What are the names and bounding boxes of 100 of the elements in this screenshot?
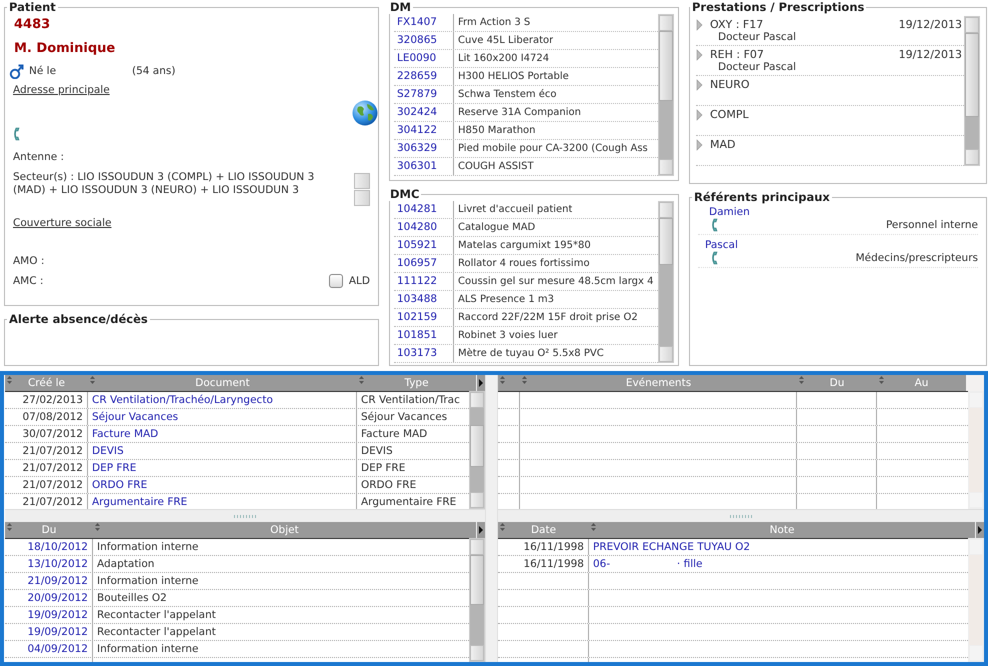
scroll-down-button[interactable]: [470, 645, 484, 661]
referent-name[interactable]: Pascal: [698, 239, 978, 251]
item-code: 306301: [394, 158, 454, 175]
table-cell: ORDO FRE: [88, 477, 357, 493]
scrollbar[interactable]: [469, 538, 485, 662]
table-cell-text: Facture MAD: [360, 427, 428, 442]
scroll-thumb[interactable]: [659, 218, 673, 266]
scroll-up-button[interactable]: [659, 202, 673, 218]
table-cell: 21/09/2012: [5, 573, 93, 589]
item-code: 111122: [394, 273, 454, 290]
column-header[interactable]: Date: [530, 524, 556, 536]
phone-icon: [13, 127, 21, 141]
column-header[interactable]: Du: [830, 377, 844, 389]
prestation-title[interactable]: OXY : F17: [710, 18, 899, 31]
item-label: Catalogue MAD: [457, 221, 536, 235]
table-cell-text: CR Ventilation/Trac: [360, 393, 461, 408]
scroll-thumb[interactable]: [470, 424, 484, 467]
item-code: 104281: [394, 201, 454, 218]
expand-arrow-icon: [696, 78, 703, 90]
splitter[interactable]: [5, 509, 485, 522]
ald-checkbox[interactable]: [328, 274, 343, 288]
scrollbar[interactable]: [658, 14, 674, 176]
column-header[interactable]: Du: [42, 524, 56, 536]
prestation-title[interactable]: NEURO: [710, 78, 964, 91]
item-label: H850 Marathon: [457, 124, 536, 138]
scroll-thumb[interactable]: [965, 33, 979, 117]
scrollbar[interactable]: [354, 173, 370, 209]
item-code: 101851: [394, 327, 454, 344]
item-code: 103488: [394, 291, 454, 308]
sort-icon: [90, 376, 95, 384]
item-label: Matelas cargumixt 195*80: [457, 239, 591, 253]
scroll-down-button[interactable]: [354, 190, 370, 206]
scroll-down-button[interactable]: [659, 159, 673, 175]
address-link[interactable]: Adresse principale: [13, 84, 110, 96]
table-cell-text: DEP FRE: [360, 461, 406, 476]
table-cell: 27/02/2013: [5, 392, 88, 408]
item-code: 103173: [394, 345, 454, 362]
table-cell: 16/11/1998: [498, 539, 589, 555]
scroll-down-button[interactable]: [470, 492, 484, 508]
table-cell-text: Recontacter l'appelant: [96, 608, 217, 623]
table-cell-text: Bouteilles O2: [96, 591, 168, 606]
item-code: FX1407: [394, 14, 454, 31]
item-code: 228659: [394, 68, 454, 85]
birth-label: Né le: [29, 65, 58, 77]
column-header[interactable]: Document: [195, 377, 250, 389]
expand-arrow-icon: [696, 138, 703, 150]
referent-role: Médecins/prescripteurs: [856, 252, 978, 264]
splitter[interactable]: [485, 375, 498, 662]
scroll-thumb[interactable]: [470, 555, 484, 604]
column-header[interactable]: Objet: [270, 524, 299, 536]
column-header[interactable]: Evénements: [626, 377, 692, 389]
item-code: LE0090: [394, 50, 454, 67]
patient-id: 4483: [14, 17, 52, 32]
scrollbar[interactable]: [658, 201, 674, 363]
item-label: Robinet 3 voies luer: [457, 329, 558, 343]
section-title: Prestations / Prescriptions: [691, 0, 866, 14]
item-label: COUGH ASSIST: [457, 160, 534, 174]
scroll-down-button[interactable]: [965, 149, 979, 165]
scroll-up-button[interactable]: [965, 17, 979, 33]
item-label: Frm Action 3 S: [457, 16, 530, 30]
table-cell-text: Information interne: [96, 574, 200, 589]
scroll-up-button[interactable]: [470, 539, 484, 555]
item-code: 105921: [394, 237, 454, 254]
scrollbar[interactable]: [964, 16, 980, 166]
scroll-thumb[interactable]: [659, 31, 673, 102]
scroll-up-button[interactable]: [354, 173, 370, 189]
item-label: Cuve 45L Liberator: [457, 34, 554, 48]
prestation-title[interactable]: COMPL: [710, 108, 964, 121]
expand-arrow-icon: [696, 108, 703, 120]
table-cell: DEVIS: [88, 443, 357, 459]
sort-icon: [359, 376, 364, 384]
table-cell: 30/07/2012: [5, 426, 88, 442]
column-header[interactable]: Type: [404, 377, 429, 389]
referent-name[interactable]: Damien: [698, 206, 978, 218]
table-cell-text: 06- · fille: [592, 557, 704, 572]
scroll-up-button[interactable]: [470, 392, 484, 408]
sort-icon: [799, 376, 804, 384]
section-title: Référents principaux: [693, 190, 831, 204]
phone-icon: [711, 218, 719, 232]
prestation-title[interactable]: REH : F07: [710, 48, 899, 61]
column-header[interactable]: Créé le: [28, 377, 66, 389]
ald-label: ALD: [348, 275, 370, 287]
scroll-up-button[interactable]: [659, 15, 673, 31]
table-cell-text: Recontacter l'appelant: [96, 625, 217, 640]
column-header[interactable]: Au: [914, 377, 928, 389]
prestation-title[interactable]: MAD: [710, 138, 964, 151]
sort-icon: [7, 376, 12, 384]
table-cell: Séjour Vacances: [88, 409, 357, 425]
coverage-link[interactable]: Couverture sociale: [13, 217, 112, 229]
item-code: 320865: [394, 32, 454, 49]
item-label: Livret d'accueil patient: [457, 203, 572, 217]
scroll-down-button[interactable]: [659, 346, 673, 362]
column-header[interactable]: Note: [770, 524, 794, 536]
item-label: Lit 160x200 I4724: [457, 52, 550, 66]
scrollbar[interactable]: [469, 391, 485, 509]
section-title: Patient: [8, 0, 57, 14]
table-cell: Facture MAD: [88, 426, 357, 442]
item-label: H300 HELIOS Portable: [457, 70, 569, 84]
table-cell: 21/07/2012: [5, 443, 88, 459]
splitter[interactable]: [498, 509, 984, 522]
